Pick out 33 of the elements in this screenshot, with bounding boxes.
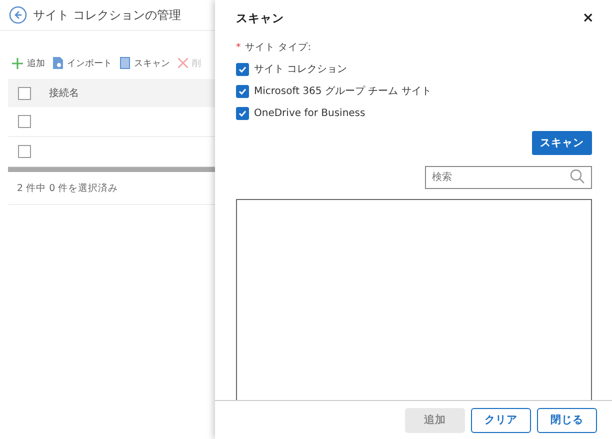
dialog-title: スキャン [236, 10, 284, 26]
checkbox[interactable] [236, 106, 249, 120]
document-icon [53, 57, 63, 69]
check-icon [238, 108, 247, 118]
footer-button[interactable]: クリア [471, 408, 531, 433]
scrollbar[interactable] [8, 167, 215, 172]
checkbox[interactable] [18, 86, 31, 100]
close-button[interactable]: × [582, 10, 594, 26]
required-mark: * [236, 42, 241, 53]
checkbox-label: OneDrive for Business [254, 108, 366, 119]
checkbox[interactable] [18, 115, 31, 128]
checkbox-label: サイト コレクション [254, 63, 348, 76]
selection-count: 2 件中 0 件を選択済み [17, 182, 118, 194]
search-field[interactable]: 検索 [425, 166, 592, 190]
field-label: サイト タイプ: [244, 40, 311, 54]
page-icon [120, 57, 130, 69]
checkbox-label: Microsoft 365 グループ チーム サイト [254, 84, 432, 98]
checkbox[interactable] [236, 84, 249, 98]
page-title: サイト コレクションの管理 [33, 6, 181, 24]
back-icon[interactable] [9, 6, 27, 24]
toolbar-button[interactable]: スキャン [120, 53, 170, 73]
checkbox[interactable] [18, 145, 31, 158]
toolbar-button[interactable]: インポート [53, 53, 112, 73]
column-header: 接続名 [49, 86, 79, 100]
toolbar-button[interactable]: 追加 [12, 53, 45, 73]
checkbox[interactable] [236, 62, 249, 76]
check-icon [238, 64, 247, 74]
scan-button[interactable]: スキャン [532, 131, 592, 156]
plus-icon [12, 58, 23, 68]
footer-button[interactable]: 閉じる [537, 408, 597, 433]
check-icon [238, 86, 247, 96]
delete-icon [178, 58, 188, 68]
search-icon [570, 169, 585, 184]
